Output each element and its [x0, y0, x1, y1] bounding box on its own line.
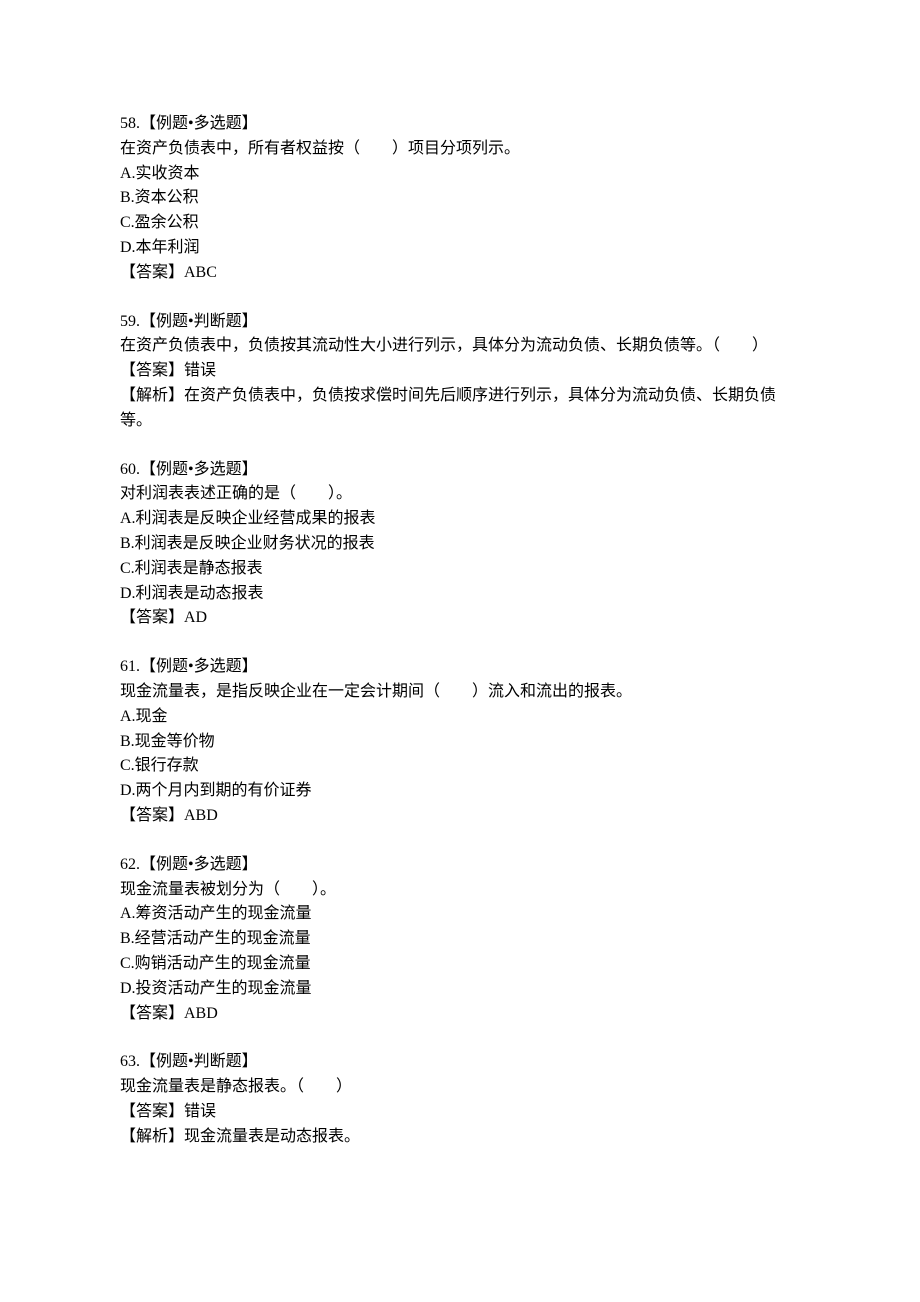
question-stem: 现金流量表被划分为（ ）。 [120, 878, 800, 903]
question-option: A.利润表是反映企业经营成果的报表 [120, 507, 800, 532]
question-option: D.投资活动产生的现金流量 [120, 977, 800, 1002]
question-option: A.实收资本 [120, 162, 800, 187]
question-option: B.资本公积 [120, 186, 800, 211]
question-option: B.经营活动产生的现金流量 [120, 927, 800, 952]
question-analysis: 【解析】在资产负债表中，负债按求偿时间先后顺序进行列示，具体分为流动负债、长期负… [120, 384, 800, 434]
question-stem: 在资产负债表中，负债按其流动性大小进行列示，具体分为流动负债、长期负债等。（ ） [120, 334, 800, 359]
question-block: 58.【例题•多选题】在资产负债表中，所有者权益按（ ）项目分项列示。A.实收资… [120, 112, 800, 286]
question-option: C.银行存款 [120, 754, 800, 779]
question-block: 61.【例题•多选题】现金流量表，是指反映企业在一定会计期间（ ）流入和流出的报… [120, 655, 800, 829]
question-answer: 【答案】ABD [120, 1002, 800, 1027]
question-block: 60.【例题•多选题】对利润表表述正确的是（ ）。A.利润表是反映企业经营成果的… [120, 458, 800, 632]
question-answer: 【答案】错误 [120, 359, 800, 384]
question-header: 59.【例题•判断题】 [120, 310, 800, 335]
question-block: 59.【例题•判断题】在资产负债表中，负债按其流动性大小进行列示，具体分为流动负… [120, 310, 800, 434]
question-answer: 【答案】错误 [120, 1100, 800, 1125]
question-option: B.现金等价物 [120, 730, 800, 755]
question-block: 62.【例题•多选题】现金流量表被划分为（ ）。A.筹资活动产生的现金流量B.经… [120, 853, 800, 1027]
question-stem: 现金流量表是静态报表。（ ） [120, 1075, 800, 1100]
document-body: 58.【例题•多选题】在资产负债表中，所有者权益按（ ）项目分项列示。A.实收资… [120, 112, 800, 1149]
question-header: 63.【例题•判断题】 [120, 1050, 800, 1075]
question-option: C.盈余公积 [120, 211, 800, 236]
question-option: A.现金 [120, 705, 800, 730]
question-option: D.两个月内到期的有价证券 [120, 779, 800, 804]
question-header: 61.【例题•多选题】 [120, 655, 800, 680]
question-header: 60.【例题•多选题】 [120, 458, 800, 483]
question-stem: 现金流量表，是指反映企业在一定会计期间（ ）流入和流出的报表。 [120, 680, 800, 705]
question-stem: 在资产负债表中，所有者权益按（ ）项目分项列示。 [120, 137, 800, 162]
question-option: B.利润表是反映企业财务状况的报表 [120, 532, 800, 557]
question-answer: 【答案】AD [120, 606, 800, 631]
question-header: 62.【例题•多选题】 [120, 853, 800, 878]
question-header: 58.【例题•多选题】 [120, 112, 800, 137]
question-option: C.利润表是静态报表 [120, 557, 800, 582]
question-answer: 【答案】ABD [120, 804, 800, 829]
question-stem: 对利润表表述正确的是（ ）。 [120, 482, 800, 507]
question-option: A.筹资活动产生的现金流量 [120, 902, 800, 927]
question-option: C.购销活动产生的现金流量 [120, 952, 800, 977]
question-analysis: 【解析】现金流量表是动态报表。 [120, 1125, 800, 1150]
question-answer: 【答案】ABC [120, 261, 800, 286]
question-block: 63.【例题•判断题】现金流量表是静态报表。（ ）【答案】错误【解析】现金流量表… [120, 1050, 800, 1149]
question-option: D.利润表是动态报表 [120, 582, 800, 607]
question-option: D.本年利润 [120, 236, 800, 261]
